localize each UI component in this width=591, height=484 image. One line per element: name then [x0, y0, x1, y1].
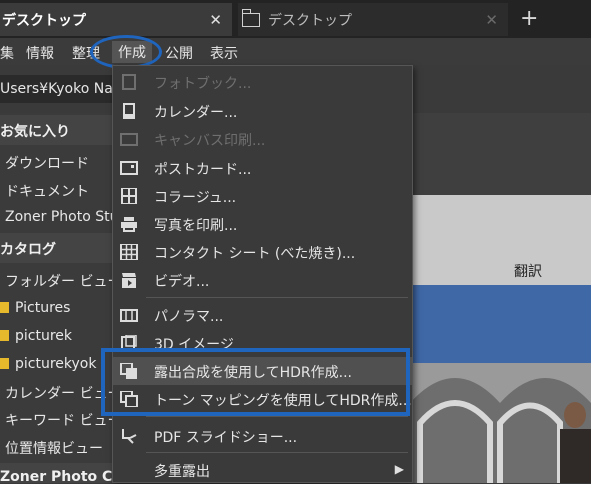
cloud-header[interactable]: Zoner Photo Clo	[0, 463, 112, 483]
sidebar-item-calendar-view[interactable]: カレンダー ビュー	[5, 383, 112, 403]
collage-icon	[121, 188, 137, 204]
postcard-icon	[120, 161, 138, 175]
photobook-icon	[122, 74, 136, 90]
video-icon	[122, 273, 136, 288]
close-icon[interactable]: ✕	[209, 11, 222, 29]
path-field[interactable]: Users¥Kyoko Nak	[0, 75, 121, 103]
sidebar-item-folder-view[interactable]: フォルダー ビュー	[5, 271, 112, 291]
catalog-header[interactable]: カタログ	[0, 233, 112, 263]
translate-label[interactable]: 翻訳	[514, 261, 542, 281]
folder-icon	[0, 330, 9, 341]
sidebar-item-documents[interactable]: ドキュメント	[5, 181, 89, 201]
sidebar-item-label: picturek	[15, 328, 73, 344]
sidebar-item-label: Pictures	[15, 300, 71, 316]
menu-item-publish[interactable]: 公開	[165, 43, 193, 63]
create-menu-dropdown: フォトブック... カレンダー... キャンバス印刷... ポストカード... …	[112, 65, 413, 483]
print-icon	[121, 217, 137, 232]
menu-postcard[interactable]: ポストカード...	[113, 154, 412, 182]
menu-item-info[interactable]: 情報	[26, 43, 54, 63]
sidebar-item-picturek[interactable]: picturek	[0, 328, 73, 344]
photo-thumbnail[interactable]	[410, 363, 591, 483]
menu-collage[interactable]: コラージュ...	[113, 182, 412, 210]
menu-item-view[interactable]: 表示	[210, 43, 238, 63]
canvas-icon	[120, 133, 138, 146]
menu-separator	[146, 416, 408, 417]
menu-separator	[146, 297, 408, 298]
menu-canvas-print[interactable]: キャンバス印刷...	[113, 125, 412, 153]
sidebar-item-location-view[interactable]: 位置情報ビュー	[5, 438, 103, 458]
menu-panorama[interactable]: パノラマ...	[113, 301, 412, 329]
calendar-icon	[123, 103, 135, 119]
panorama-icon	[120, 309, 138, 322]
tab-title: デスクトップ	[2, 12, 86, 29]
menu-video[interactable]: ビデオ...	[113, 266, 412, 294]
sidebar-item-keyword-view[interactable]: キーワード ビュー	[5, 410, 112, 430]
menu-contact-sheet[interactable]: コンタクト シート (べた焼き)...	[113, 238, 412, 266]
sidebar-item-zoner[interactable]: Zoner Photo Stu	[5, 209, 112, 225]
folder-icon	[0, 358, 9, 369]
favorites-header[interactable]: お気に入り	[0, 115, 112, 145]
contact-sheet-icon	[120, 244, 138, 260]
menu-multiple-exposure[interactable]: 多重露出 ▶	[113, 456, 412, 484]
tab-bar: デスクトップ ✕ デスクトップ ✕ +	[0, 0, 591, 38]
menu-separator	[146, 452, 408, 453]
tab-desktop-active[interactable]: デスクトップ ✕	[0, 3, 232, 36]
add-tab-icon[interactable]: +	[520, 6, 538, 31]
menu-item-edit[interactable]: 集	[0, 43, 14, 63]
tab-title: デスクトップ	[268, 12, 352, 29]
sidebar-item-pictures[interactable]: Pictures	[0, 300, 71, 316]
close-icon[interactable]: ✕	[485, 11, 498, 29]
folder-icon	[241, 8, 260, 27]
menu-print-photos[interactable]: 写真を印刷...	[113, 210, 412, 238]
tab-desktop[interactable]: デスクトップ ✕	[238, 3, 508, 36]
pdf-slideshow-icon	[122, 429, 137, 444]
menu-calendar[interactable]: カレンダー...	[113, 97, 412, 125]
sidebar-item-downloads[interactable]: ダウンロード	[5, 153, 89, 173]
folder-icon	[0, 302, 9, 313]
menu-pdf-slideshow[interactable]: PDF スライドショー...	[113, 422, 412, 450]
annotation-circle	[90, 35, 162, 69]
sidebar-item-picturekyok[interactable]: picturekyok	[0, 356, 97, 372]
chevron-right-icon: ▶	[394, 462, 404, 476]
sidebar: お気に入り ダウンロード ドキュメント Zoner Photo Stu カタログ…	[0, 113, 112, 483]
menu-photobook[interactable]: フォトブック...	[113, 68, 412, 96]
annotation-highlight-box	[101, 348, 410, 416]
content-panel	[410, 195, 591, 285]
path-text: Users¥Kyoko Nak	[0, 81, 121, 97]
selected-panel	[410, 285, 591, 363]
menu-bar: 集 情報 整理 作成 公開 表示	[0, 38, 591, 65]
sidebar-item-label: picturekyok	[15, 356, 97, 372]
